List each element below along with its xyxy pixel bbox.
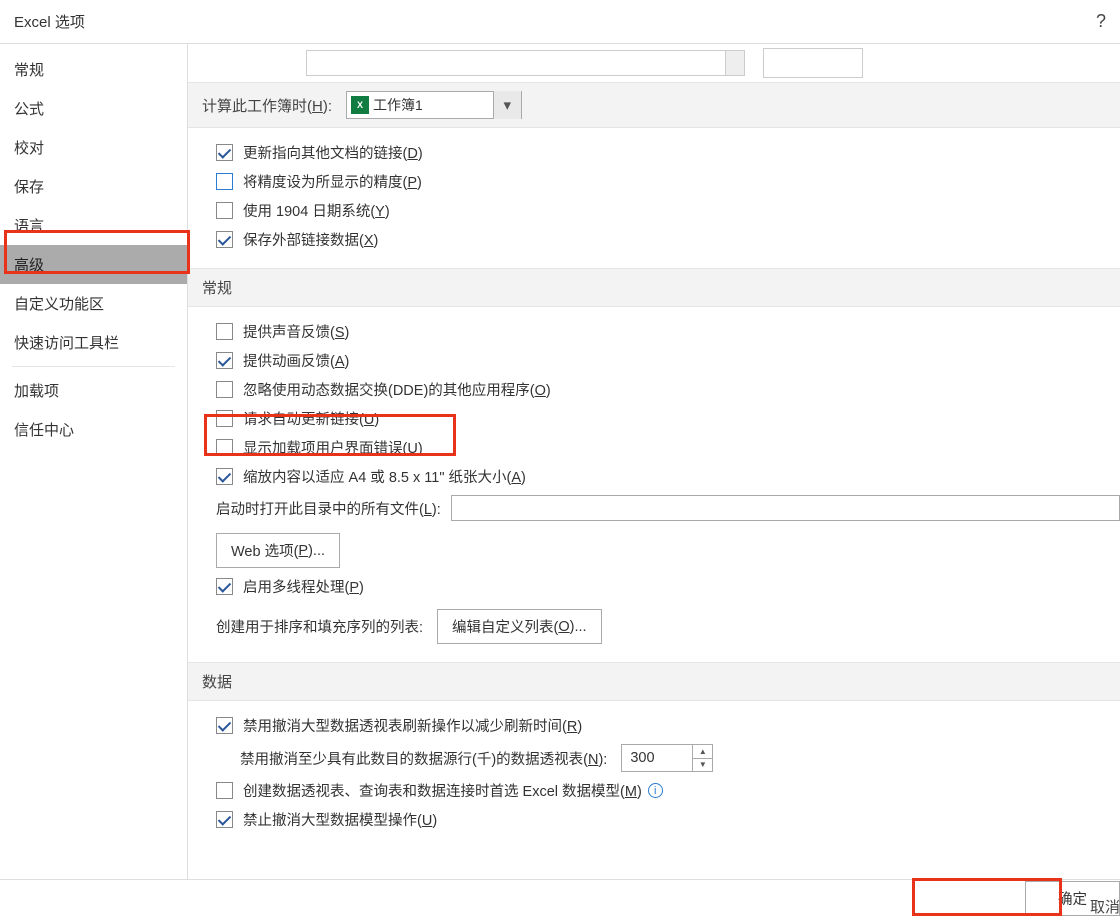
sidebar-item-label: 常规	[14, 62, 44, 79]
category-sidebar: 常规 公式 校对 保存 语言 高级 自定义功能区 快速访问工具栏 加载项 信任中…	[0, 44, 188, 879]
help-button[interactable]: ?	[1096, 11, 1106, 32]
excel-icon: X	[351, 96, 369, 114]
partial-dropdown-button[interactable]	[725, 50, 745, 76]
sidebar-item-formulas[interactable]: 公式	[0, 89, 187, 128]
pivot-threshold-row: 禁用撤消至少具有此数目的数据源行(千)的数据透视表(N): 300 ▲ ▼	[216, 740, 1120, 776]
opt-update-links[interactable]: 更新指向其他文档的链接(D)	[216, 138, 1120, 167]
opt-label: 禁止撤消大型数据模型操作(U)	[243, 809, 437, 830]
spinner-value[interactable]: 300	[622, 745, 692, 771]
dialog-titlebar: Excel 选项 ?	[0, 0, 1120, 44]
startup-folder-row: 启动时打开此目录中的所有文件(L):	[216, 491, 1120, 525]
opt-save-ext-links[interactable]: 保存外部链接数据(X)	[216, 225, 1120, 254]
sidebar-item-advanced[interactable]: 高级	[0, 245, 187, 284]
sidebar-item-label: 快速访问工具栏	[14, 335, 119, 352]
custom-lists-row: 创建用于排序和填充序列的列表: 编辑自定义列表(O)...	[216, 601, 1120, 648]
section-header-data: 数据	[188, 662, 1120, 701]
spinner-up-button[interactable]: ▲	[693, 745, 712, 759]
sidebar-item-customize-ribbon[interactable]: 自定义功能区	[0, 284, 187, 323]
opt-sound-feedback[interactable]: 提供声音反馈(S)	[216, 317, 1120, 346]
sidebar-separator	[12, 366, 175, 367]
sidebar-item-label: 加载项	[14, 383, 59, 400]
opt-label: 显示加载项用户界面错误(U)	[243, 437, 423, 458]
checkbox[interactable]	[216, 468, 233, 485]
section-header-calc: 计算此工作簿时(H): X 工作簿1 ▾	[188, 82, 1120, 128]
opt-precision[interactable]: 将精度设为所显示的精度(P)	[216, 167, 1120, 196]
opt-label: 提供动画反馈(A)	[243, 350, 349, 371]
partial-button[interactable]	[763, 48, 863, 78]
sidebar-item-label: 语言	[14, 218, 44, 235]
scrolled-off-section	[188, 44, 1120, 82]
startup-folder-input[interactable]	[451, 495, 1120, 521]
opt-label: 请求自动更新链接(U)	[243, 408, 379, 429]
opt-multithread[interactable]: 启用多线程处理(P)	[216, 572, 1120, 601]
sidebar-item-general[interactable]: 常规	[0, 50, 187, 89]
opt-anim-feedback[interactable]: 提供动画反馈(A)	[216, 346, 1120, 375]
opt-1904-date[interactable]: 使用 1904 日期系统(Y)	[216, 196, 1120, 225]
checkbox[interactable]	[216, 811, 233, 828]
dialog-title: Excel 选项	[14, 11, 85, 32]
web-options-row: Web 选项(P)...	[216, 525, 1120, 572]
checkbox[interactable]	[216, 381, 233, 398]
section-header-general: 常规	[188, 268, 1120, 307]
checkbox[interactable]	[216, 202, 233, 219]
opt-prefer-data-model[interactable]: 创建数据透视表、查询表和数据连接时首选 Excel 数据模型(M) i	[216, 776, 1120, 805]
sidebar-item-save[interactable]: 保存	[0, 167, 187, 206]
info-icon[interactable]: i	[648, 783, 663, 798]
opt-label: 创建数据透视表、查询表和数据连接时首选 Excel 数据模型(M)	[243, 780, 642, 801]
workbook-selector[interactable]: X 工作簿1 ▾	[346, 91, 522, 119]
opt-scale-paper[interactable]: 缩放内容以适应 A4 或 8.5 x 11" 纸张大小(A)	[216, 462, 1120, 491]
opt-ignore-dde[interactable]: 忽略使用动态数据交换(DDE)的其他应用程序(O)	[216, 375, 1120, 404]
checkbox[interactable]	[216, 717, 233, 734]
section-header-label: 计算此工作簿时(H):	[202, 95, 332, 116]
cancel-button-partial[interactable]: 取消	[1090, 896, 1120, 917]
checkbox[interactable]	[216, 231, 233, 248]
opt-label: 保存外部链接数据(X)	[243, 229, 378, 250]
opt-label: 启用多线程处理(P)	[243, 576, 364, 597]
opt-disable-undo-datamodel[interactable]: 禁止撤消大型数据模型操作(U)	[216, 805, 1120, 834]
checkbox[interactable]	[216, 782, 233, 799]
sidebar-item-proofing[interactable]: 校对	[0, 128, 187, 167]
checkbox[interactable]	[216, 410, 233, 427]
partial-input[interactable]	[306, 50, 726, 76]
dialog-footer: 确定 取消	[0, 880, 1120, 917]
pivot-threshold-label: 禁用撤消至少具有此数目的数据源行(千)的数据透视表(N):	[240, 748, 607, 769]
web-options-button[interactable]: Web 选项(P)...	[216, 533, 340, 568]
opt-label: 提供声音反馈(S)	[243, 321, 349, 342]
opt-label: 使用 1904 日期系统(Y)	[243, 200, 390, 221]
sidebar-item-label: 高级	[14, 257, 44, 274]
opt-label: 将精度设为所显示的精度(P)	[243, 171, 422, 192]
opt-label: 忽略使用动态数据交换(DDE)的其他应用程序(O)	[243, 379, 551, 400]
section-header-label: 常规	[202, 277, 232, 298]
opt-label: 更新指向其他文档的链接(D)	[243, 142, 423, 163]
sidebar-item-label: 自定义功能区	[14, 296, 104, 313]
spinner-down-button[interactable]: ▼	[693, 759, 712, 772]
checkbox[interactable]	[216, 173, 233, 190]
opt-label: 禁用撤消大型数据透视表刷新操作以减少刷新时间(R)	[243, 715, 582, 736]
checkbox[interactable]	[216, 323, 233, 340]
sidebar-item-quick-access[interactable]: 快速访问工具栏	[0, 323, 187, 362]
custom-lists-label: 创建用于排序和填充序列的列表:	[216, 616, 423, 637]
sidebar-item-addins[interactable]: 加载项	[0, 371, 187, 410]
chevron-down-icon[interactable]: ▾	[493, 91, 521, 119]
options-content: 计算此工作簿时(H): X 工作簿1 ▾ 更新指向其他文档的链接(D)	[188, 44, 1120, 879]
opt-disable-undo-pivot[interactable]: 禁用撤消大型数据透视表刷新操作以减少刷新时间(R)	[216, 711, 1120, 740]
sidebar-item-label: 信任中心	[14, 422, 74, 439]
opt-ask-auto-update-links[interactable]: 请求自动更新链接(U)	[216, 404, 1120, 433]
checkbox[interactable]	[216, 578, 233, 595]
sidebar-item-language[interactable]: 语言	[0, 206, 187, 245]
checkbox[interactable]	[216, 352, 233, 369]
checkbox[interactable]	[216, 144, 233, 161]
sidebar-item-label: 公式	[14, 101, 44, 118]
sidebar-item-trust-center[interactable]: 信任中心	[0, 410, 187, 449]
sidebar-item-label: 保存	[14, 179, 44, 196]
section-header-label: 数据	[202, 671, 232, 692]
startup-folder-label: 启动时打开此目录中的所有文件(L):	[216, 498, 441, 519]
opt-addin-ui-errors[interactable]: 显示加载项用户界面错误(U)	[216, 433, 1120, 462]
checkbox[interactable]	[216, 439, 233, 456]
workbook-name: 工作簿1	[373, 95, 493, 115]
pivot-threshold-spinner[interactable]: 300 ▲ ▼	[621, 744, 713, 772]
opt-label: 缩放内容以适应 A4 或 8.5 x 11" 纸张大小(A)	[243, 466, 526, 487]
edit-custom-lists-button[interactable]: 编辑自定义列表(O)...	[437, 609, 602, 644]
sidebar-item-label: 校对	[14, 140, 44, 157]
